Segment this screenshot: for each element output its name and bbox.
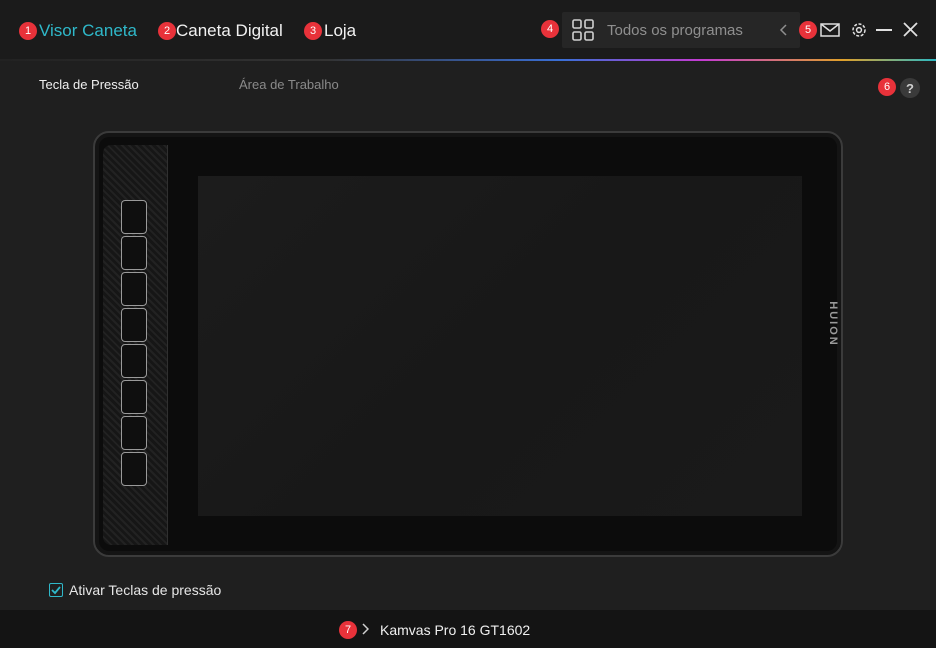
enable-keys-checkbox[interactable] (49, 583, 63, 597)
device-name[interactable]: Kamvas Pro 16 GT1602 (380, 622, 530, 638)
badge-7: 7 (339, 621, 357, 639)
chevron-right-icon[interactable] (361, 623, 369, 635)
badge-6: 6 (878, 78, 896, 96)
close-icon[interactable] (901, 21, 921, 39)
help-button[interactable]: ? (900, 78, 920, 98)
express-key-1[interactable] (121, 200, 147, 234)
program-selector[interactable]: Todos os programas (562, 12, 800, 48)
express-key-3[interactable] (121, 272, 147, 306)
express-key-8[interactable] (121, 452, 147, 486)
topbar-divider (0, 59, 936, 61)
top-bar: 1 Visor Caneta 2 Caneta Digital 3 Loja 4… (0, 0, 936, 60)
mail-icon[interactable] (820, 21, 840, 39)
tablet-divider (167, 145, 168, 545)
badge-2: 2 (158, 22, 176, 40)
minimize-icon[interactable] (874, 21, 894, 39)
brand-logo: HUION (827, 301, 839, 347)
tab-pressure-keys[interactable]: Tecla de Pressão (39, 77, 139, 92)
badge-5: 5 (799, 21, 817, 39)
tablet-screen (198, 176, 802, 516)
nav-visor-caneta[interactable]: Visor Caneta (39, 20, 137, 42)
check-icon (51, 586, 61, 595)
enable-keys-label: Ativar Teclas de pressão (69, 582, 222, 598)
badge-1: 1 (19, 22, 37, 40)
nav-loja[interactable]: Loja (324, 20, 356, 42)
footer-bar: 7 Kamvas Pro 16 GT1602 (0, 610, 936, 648)
nav-caneta-digital[interactable]: Caneta Digital (176, 20, 283, 42)
tab-work-area[interactable]: Área de Trabalho (239, 77, 339, 92)
enable-keys-row[interactable]: Ativar Teclas de pressão (49, 581, 221, 599)
express-key-5[interactable] (121, 344, 147, 378)
gear-icon[interactable] (849, 21, 869, 39)
chevron-left-icon[interactable] (778, 23, 790, 37)
express-key-2[interactable] (121, 236, 147, 270)
program-selector-text: Todos os programas (607, 22, 743, 39)
badge-4: 4 (541, 20, 559, 38)
grid-icon (572, 19, 594, 41)
express-key-4[interactable] (121, 308, 147, 342)
tablet-illustration: HUION (93, 131, 843, 557)
express-key-6[interactable] (121, 380, 147, 414)
badge-3: 3 (304, 22, 322, 40)
express-key-7[interactable] (121, 416, 147, 450)
